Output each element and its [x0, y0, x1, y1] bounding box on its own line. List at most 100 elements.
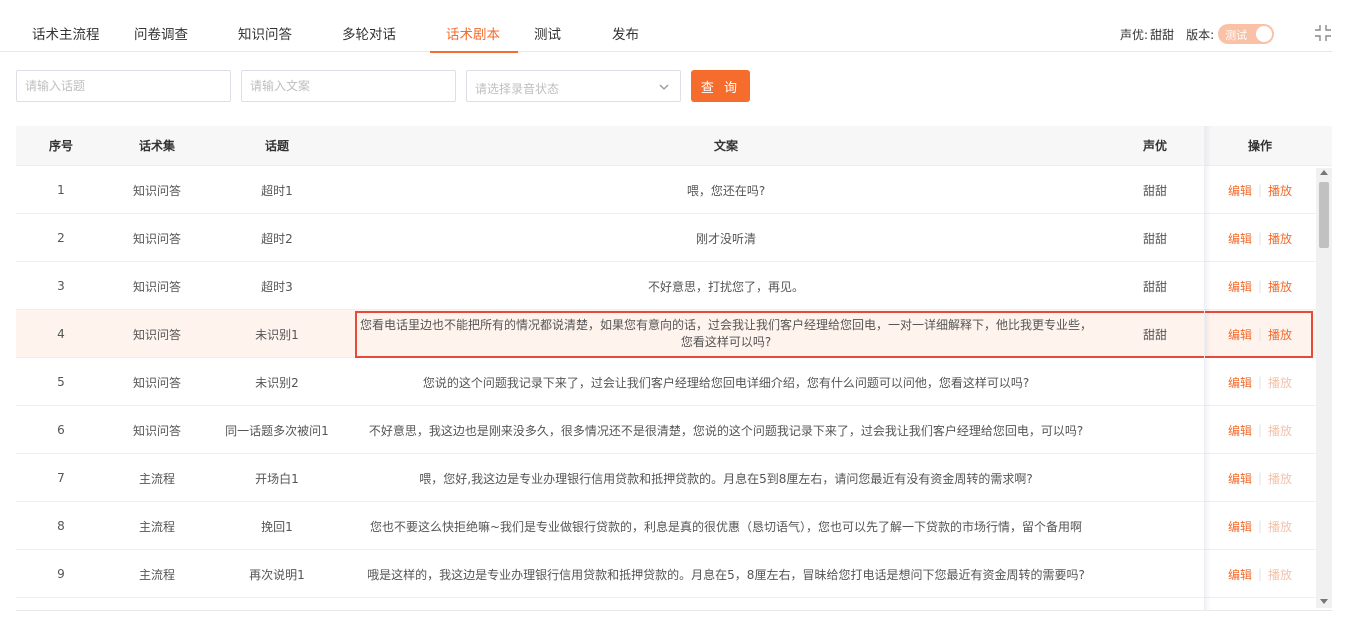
record-status-select[interactable]: 请选择录音状态 [466, 70, 681, 102]
edit-link[interactable]: 编辑 [1228, 374, 1252, 391]
row-voice: 甜甜 [1142, 183, 1167, 198]
tab-questionnaire[interactable]: 问卷调查 [118, 18, 222, 52]
script-table: 序号 话术集 话题 文案 声优 操作 1 知识问答 超时1 喂，您还在吗? 甜甜… [16, 126, 1332, 610]
version-toggle-text: 测试 [1225, 29, 1248, 42]
tab-test[interactable]: 测试 [518, 18, 596, 52]
fixed-column-shadow [1205, 126, 1211, 610]
col-actions: 操作 [1247, 139, 1272, 153]
row-index: 8 [57, 519, 65, 533]
row-voice [1096, 358, 1214, 406]
edit-link[interactable]: 编辑 [1228, 326, 1252, 343]
row-index: 6 [57, 423, 65, 437]
row-topic: 超时3 [261, 279, 293, 294]
row-topic: 超时1 [261, 183, 293, 198]
col-index: 序号 [48, 139, 73, 153]
table-row: 8 主流程 挽回1 您也不要这么快拒绝嘛~我们是专业做银行贷款的，利息是真的很优… [16, 502, 1332, 550]
play-link[interactable]: 播放 [1268, 326, 1292, 343]
table-row: 1 知识问答 超时1 喂，您还在吗? 甜甜 编辑 | 播放 [16, 166, 1332, 214]
row-actions: 编辑 | 播放 [1206, 166, 1314, 214]
table-row: 5 知识问答 未识别2 您说的这个问题我记录下来了，过会让我们客户经理给您回电详… [16, 358, 1332, 406]
row-script-set: 知识问答 [132, 327, 181, 342]
row-voice [1096, 502, 1214, 550]
tab-main-flow[interactable]: 话术主流程 [16, 18, 118, 52]
action-separator: | [1257, 327, 1263, 341]
action-separator: | [1257, 423, 1263, 437]
row-actions: 编辑 | 播放 [1206, 502, 1314, 550]
row-text: 您说的这个问题我记录下来了，过会让我们客户经理给您回电详细介绍，您有什么问题可以… [422, 375, 1030, 390]
edit-link[interactable]: 编辑 [1228, 566, 1252, 583]
action-separator: | [1257, 183, 1263, 197]
scrollbar-thumb[interactable] [1319, 182, 1329, 248]
action-separator: | [1257, 279, 1263, 293]
edit-link[interactable]: 编辑 [1228, 278, 1252, 295]
row-script-set: 主流程 [138, 519, 175, 534]
row-actions: 编辑 | 播放 [1206, 406, 1314, 454]
row-text: 刚才没听清 [695, 231, 756, 246]
col-script-set: 话术集 [138, 139, 175, 153]
row-topic: 开场白1 [255, 471, 299, 486]
scroll-down-arrow-icon[interactable] [1320, 599, 1328, 604]
row-script-set: 知识问答 [132, 279, 181, 294]
action-separator: | [1257, 375, 1263, 389]
row-text: 您也不要这么快拒绝嘛~我们是专业做银行贷款的，利息是真的很优惠（恳切语气），您也… [369, 519, 1083, 534]
topic-input[interactable] [16, 70, 231, 102]
row-script-set: 知识问答 [132, 183, 181, 198]
tab-script[interactable]: 话术剧本 [430, 18, 518, 53]
table-row-selected: 4 知识问答 未识别1 您看电话里边也不能把所有的情况都说清楚，如果您有意向的话… [16, 310, 1332, 358]
table-row: 3 知识问答 超时3 不好意思，打扰您了，再见。 甜甜 编辑 | 播放 [16, 262, 1332, 310]
scroll-up-arrow-icon[interactable] [1320, 170, 1328, 175]
row-text: 喂，您还在吗? [686, 183, 766, 198]
row-index: 1 [57, 183, 65, 197]
voice-value: 甜甜 [1150, 27, 1175, 42]
col-voice: 声优 [1142, 139, 1167, 153]
action-separator: | [1257, 567, 1263, 581]
row-topic: 同一话题多次被问1 [225, 423, 329, 438]
row-actions: 编辑 | 播放 [1206, 550, 1314, 598]
exit-fullscreen-icon[interactable] [1314, 24, 1332, 42]
row-actions: 编辑 | 播放 [1206, 454, 1314, 502]
query-button[interactable]: 查 询 [691, 70, 750, 102]
row-script-set: 知识问答 [132, 423, 181, 438]
row-actions: 编辑 | 播放 [1206, 310, 1314, 358]
row-index: 9 [57, 567, 65, 581]
row-topic: 未识别1 [255, 327, 299, 342]
play-link[interactable]: 播放 [1268, 278, 1292, 295]
edit-link[interactable]: 编辑 [1228, 422, 1252, 439]
row-index: 4 [57, 327, 65, 341]
row-voice: 甜甜 [1142, 327, 1167, 342]
row-topic: 未识别2 [255, 375, 299, 390]
edit-link[interactable]: 编辑 [1228, 518, 1252, 535]
version-toggle[interactable]: 测试 [1218, 24, 1275, 44]
tab-publish[interactable]: 发布 [596, 18, 668, 52]
tab-multi-turn[interactable]: 多轮对话 [326, 18, 430, 52]
table-scrollbar[interactable] [1316, 168, 1332, 608]
play-link[interactable]: 播放 [1268, 230, 1292, 247]
row-topic: 挽回1 [261, 519, 293, 534]
table-body: 1 知识问答 超时1 喂，您还在吗? 甜甜 编辑 | 播放 2 知识问答 超时2… [16, 166, 1332, 598]
row-topic: 超时2 [261, 231, 293, 246]
row-actions: 编辑 | 播放 [1206, 358, 1314, 406]
tab-knowledge-qa[interactable]: 知识问答 [222, 18, 326, 52]
play-link[interactable]: 播放 [1268, 182, 1292, 199]
row-script-set: 知识问答 [132, 375, 181, 390]
play-link-disabled: 播放 [1268, 471, 1293, 486]
row-index: 5 [57, 375, 65, 389]
top-nav-bar: 话术主流程 问卷调查 知识问答 多轮对话 话术剧本 测试 发布 声优: 甜甜 版… [0, 0, 1332, 53]
edit-link[interactable]: 编辑 [1228, 470, 1252, 487]
row-voice: 甜甜 [1142, 231, 1167, 246]
table-row: 7 主流程 开场白1 喂，您好,我这边是专业办理银行信用贷款和抵押贷款的。月息在… [16, 454, 1332, 502]
row-index: 2 [57, 231, 65, 245]
row-script-set: 主流程 [138, 471, 175, 486]
edit-link[interactable]: 编辑 [1228, 230, 1252, 247]
voice-label: 声优: [1120, 27, 1149, 42]
row-text: 不好意思，打扰您了，再见。 [647, 279, 804, 294]
col-text: 文案 [713, 139, 738, 153]
table-row: 2 知识问答 超时2 刚才没听清 甜甜 编辑 | 播放 [16, 214, 1332, 262]
edit-link[interactable]: 编辑 [1228, 182, 1252, 199]
table-row: 6 知识问答 同一话题多次被问1 不好意思，我这边也是刚来没多久，很多情况还不是… [16, 406, 1332, 454]
chevron-down-icon [659, 84, 669, 90]
version-label: 版本: [1186, 27, 1215, 42]
table-header: 序号 话术集 话题 文案 声优 操作 [16, 126, 1332, 166]
text-input[interactable] [241, 70, 456, 102]
play-link-disabled: 播放 [1268, 519, 1293, 534]
